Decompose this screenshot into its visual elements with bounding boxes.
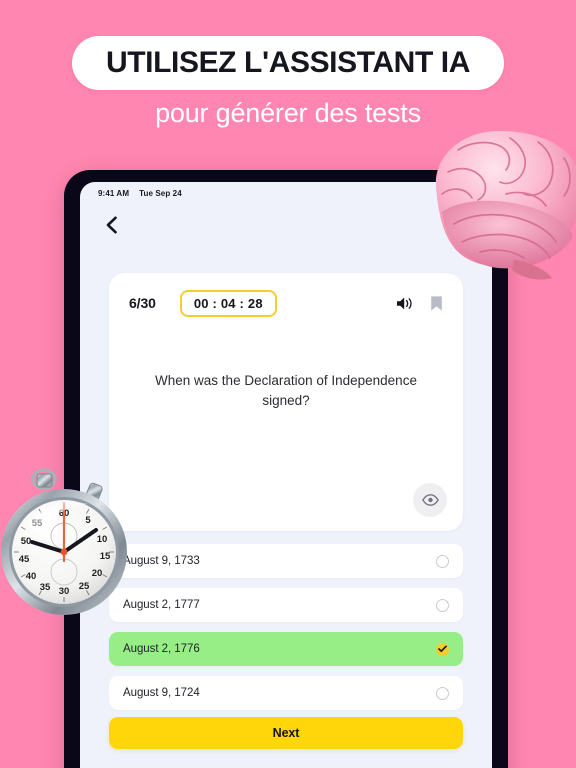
promo-headline-text: UTILISEZ L'ASSISTANT IA <box>105 46 471 79</box>
radio-unchecked-icon[interactable] <box>436 686 449 700</box>
question-text: When was the Declaration of Independence… <box>155 373 417 408</box>
answer-option-label: August 9, 1724 <box>123 687 200 699</box>
svg-text:50: 50 <box>21 536 32 547</box>
question-card-actions <box>396 295 443 312</box>
answer-option[interactable]: August 9, 1733 <box>109 544 463 578</box>
next-button[interactable]: Next <box>109 717 463 749</box>
quiz-timer: 00 : 04 : 28 <box>179 289 277 317</box>
status-bar-time: 9:41 AM <box>98 189 130 198</box>
radio-unchecked-icon[interactable] <box>436 598 449 612</box>
navigation-bar <box>80 198 492 236</box>
svg-text:55: 55 <box>32 518 43 529</box>
status-bar: 9:41 AM Tue Sep 24 <box>80 182 492 198</box>
tablet-device: 9:41 AM Tue Sep 24 6/30 00 : 04 : 28 Whe… <box>64 170 508 768</box>
speaker-icon[interactable] <box>396 296 414 311</box>
answer-option-label: August 2, 1776 <box>123 643 200 655</box>
question-progress: 6/30 <box>129 295 156 311</box>
question-card: 6/30 00 : 04 : 28 When was the Declarati… <box>109 273 463 531</box>
chevron-left-icon[interactable] <box>100 214 122 236</box>
answer-options-list: August 9, 1733 August 2, 1777 August 2, … <box>109 544 463 710</box>
next-button-label: Next <box>272 726 300 740</box>
answer-option-label: August 9, 1733 <box>123 555 200 567</box>
status-bar-date: Tue Sep 24 <box>139 189 182 198</box>
answer-option-selected[interactable]: August 2, 1776 <box>109 632 463 666</box>
promo-screenshot: UTILISEZ L'ASSISTANT IA pour générer des… <box>0 0 576 768</box>
radio-unchecked-icon[interactable] <box>436 554 449 568</box>
bookmark-icon[interactable] <box>430 295 443 312</box>
question-card-header: 6/30 00 : 04 : 28 <box>109 273 463 317</box>
answer-option-label: August 2, 1777 <box>123 599 200 611</box>
promo-headline-pill: UTILISEZ L'ASSISTANT IA <box>72 36 504 90</box>
answer-option[interactable]: August 2, 1777 <box>109 588 463 622</box>
promo-subtitle: pour générer des tests <box>155 98 421 128</box>
eye-icon[interactable] <box>413 483 447 517</box>
svg-text:35: 35 <box>40 582 51 593</box>
answer-option[interactable]: August 9, 1724 <box>109 676 463 710</box>
svg-text:45: 45 <box>19 554 30 565</box>
check-circle-icon[interactable] <box>436 642 449 656</box>
tablet-screen: 9:41 AM Tue Sep 24 6/30 00 : 04 : 28 Whe… <box>80 182 492 768</box>
svg-text:40: 40 <box>26 571 37 582</box>
